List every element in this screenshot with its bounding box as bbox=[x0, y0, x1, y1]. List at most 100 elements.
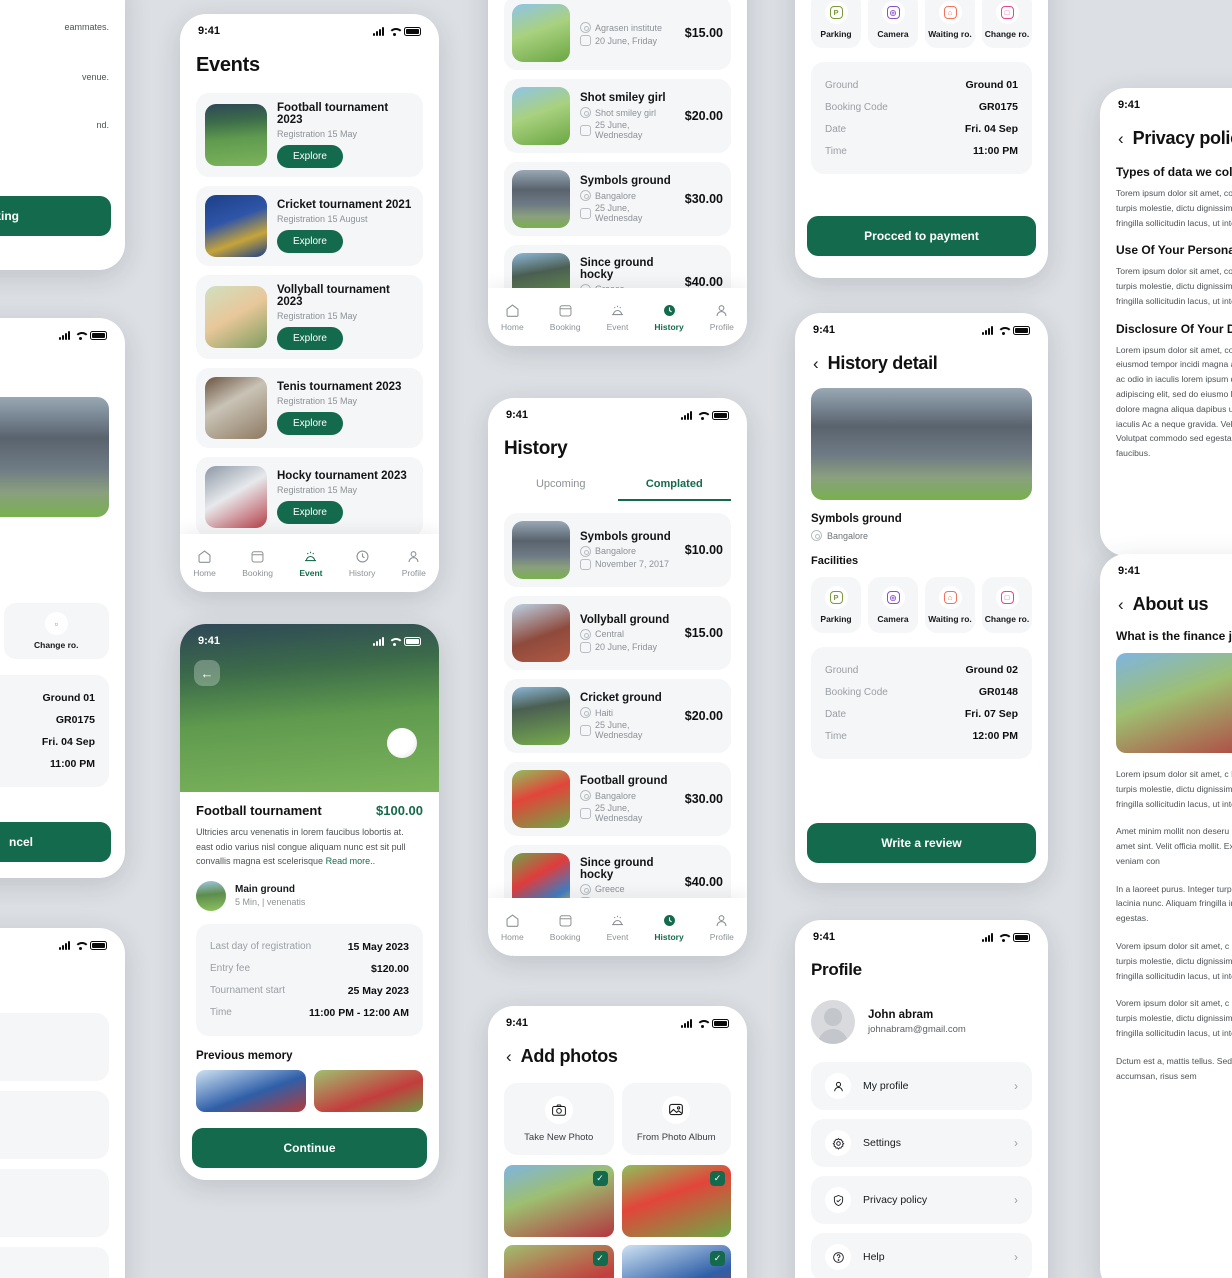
back-chevron-icon[interactable]: ‹ bbox=[813, 355, 819, 372]
facility-label: Change ro. bbox=[34, 640, 79, 650]
camera-icon bbox=[544, 1095, 573, 1124]
explore-button[interactable]: Explore bbox=[277, 501, 343, 524]
event-card[interactable]: Football tournament 2023 Registration 15… bbox=[196, 93, 423, 177]
status-time: 9:41 bbox=[813, 931, 836, 943]
explore-button[interactable]: Explore bbox=[277, 145, 343, 168]
person-icon bbox=[825, 1073, 851, 1099]
list-item[interactable]: ound bbox=[0, 1247, 109, 1278]
tab-history[interactable]: History bbox=[654, 912, 684, 942]
source-label: From Photo Album bbox=[636, 1131, 716, 1143]
ground-card[interactable]: Symbols ground Bangalore November 7, 201… bbox=[504, 513, 731, 587]
read-more-link[interactable]: Read more.. bbox=[326, 856, 376, 866]
event-card[interactable]: Hocky tournament 2023 Registration 15 Ma… bbox=[196, 457, 423, 537]
tab-history[interactable]: History bbox=[349, 548, 375, 578]
ground-thumbnail bbox=[512, 770, 570, 828]
tab-profile[interactable]: Profile bbox=[710, 912, 734, 942]
facility-parking[interactable]: P Parking bbox=[811, 0, 861, 48]
ground-price: $15.00 bbox=[684, 626, 723, 640]
memory-photo[interactable] bbox=[196, 1069, 306, 1112]
list-item[interactable]: und bbox=[0, 1091, 109, 1159]
ground-thumbnail bbox=[512, 87, 570, 145]
back-chevron-icon[interactable]: ‹ bbox=[1118, 130, 1124, 147]
tab-home[interactable]: Home bbox=[501, 912, 524, 942]
status-time: 9:41 bbox=[1118, 99, 1141, 111]
tab-completed[interactable]: Complated bbox=[617, 478, 731, 501]
explore-button[interactable]: Explore bbox=[277, 230, 343, 253]
facility-camera[interactable]: ◎ Camera bbox=[868, 0, 918, 48]
list-item[interactable]: nd bbox=[0, 1169, 109, 1237]
facility-waiting-ro-[interactable]: ⌂ Waiting ro. bbox=[925, 577, 975, 633]
from-photo-album-button[interactable]: From Photo Album bbox=[621, 1083, 731, 1155]
info-key: Date bbox=[825, 708, 847, 720]
profile-row-privacy-policy[interactable]: Privacy policy › bbox=[811, 1176, 1032, 1224]
status-icons bbox=[373, 636, 421, 646]
tab-home[interactable]: Home bbox=[193, 548, 216, 578]
wifi-icon bbox=[74, 331, 86, 340]
take-new-photo-button[interactable]: Take New Photo bbox=[504, 1083, 614, 1155]
tab-event[interactable]: Event bbox=[607, 912, 628, 942]
facility-camera[interactable]: ◎ Camera bbox=[868, 577, 918, 633]
ground-card[interactable]: Symbols ground Bangalore 25 June, Wednes… bbox=[504, 162, 731, 236]
ground-card[interactable]: Football ground Bangalore 25 June, Wedne… bbox=[504, 762, 731, 836]
wifi-icon bbox=[696, 411, 708, 420]
write-a-review-button[interactable]: Write a review bbox=[807, 823, 1036, 863]
bottom-tabbar[interactable]: Home Booking Event History Profile bbox=[180, 534, 439, 592]
cancel-button[interactable]: ncel bbox=[0, 822, 111, 862]
bottom-tabbar[interactable]: Home Booking Event History Profile bbox=[488, 288, 747, 346]
ground-card[interactable]: Shot smiley girl Shot smiley girl 25 Jun… bbox=[504, 79, 731, 153]
location-pin-icon bbox=[580, 545, 591, 557]
photo-tile[interactable]: ✓ bbox=[621, 1165, 731, 1237]
facility-waiting-ro-[interactable]: ⌂ Waiting ro. bbox=[925, 0, 975, 48]
ground-card[interactable]: Agrasen institute 20 June, Friday $15.00 bbox=[504, 0, 731, 70]
photo-tile[interactable]: ✓ bbox=[504, 1165, 614, 1237]
event-card[interactable]: Cricket tournament 2021 Registration 15 … bbox=[196, 186, 423, 266]
ground-place: Haiti bbox=[580, 707, 675, 718]
tab-event[interactable]: Event bbox=[607, 302, 628, 332]
facility-parking[interactable]: P Parking bbox=[811, 577, 861, 633]
tab-home[interactable]: Home bbox=[501, 302, 524, 332]
back-chevron-icon[interactable]: ‹ bbox=[1118, 596, 1124, 613]
ground-card[interactable]: Vollyball ground Central 20 June, Friday… bbox=[504, 596, 731, 670]
wifi-icon bbox=[74, 941, 86, 950]
about-image bbox=[1116, 653, 1232, 753]
event-thumbnail bbox=[205, 195, 267, 257]
facility-change-room[interactable]: ▫ Change ro. bbox=[3, 603, 109, 659]
tab-upcoming[interactable]: Upcoming bbox=[504, 478, 618, 501]
photo-tile[interactable]: ✓ bbox=[621, 1245, 731, 1278]
back-arrow-icon[interactable]: ← bbox=[194, 660, 220, 686]
facility-change-ro-[interactable]: □ Change ro. bbox=[982, 0, 1032, 48]
venue-thumbnail bbox=[196, 880, 226, 911]
tab-booking[interactable]: Booking bbox=[242, 548, 273, 578]
profile-row-help[interactable]: Help › bbox=[811, 1233, 1032, 1278]
tab-history[interactable]: History bbox=[654, 302, 684, 332]
event-card[interactable]: Tenis tournament 2023 Registration 15 Ma… bbox=[196, 368, 423, 448]
explore-button[interactable]: Explore bbox=[277, 412, 343, 435]
info-value: Fri. 04 Sep bbox=[41, 736, 95, 748]
history-tabs[interactable]: Upcoming Complated bbox=[504, 478, 731, 501]
ground-price: $20.00 bbox=[684, 109, 723, 123]
continue-button[interactable]: Continue bbox=[192, 1128, 427, 1168]
tab-booking[interactable]: Booking bbox=[550, 912, 581, 942]
event-title: Hocky tournament 2023 bbox=[277, 470, 407, 482]
profile-row-settings[interactable]: Settings › bbox=[811, 1119, 1032, 1167]
back-chevron-icon[interactable]: ‹ bbox=[506, 1048, 512, 1065]
tab-event[interactable]: Event bbox=[299, 548, 323, 578]
bottom-tabbar[interactable]: Home Booking Event History Profile bbox=[488, 898, 747, 956]
photo-tile[interactable]: ✓ bbox=[504, 1245, 614, 1278]
list-item[interactable]: d bbox=[0, 1013, 109, 1081]
proceed-to-payment-button[interactable]: Procced to payment bbox=[807, 216, 1036, 256]
event-card[interactable]: Vollyball tournament 2023 Registration 1… bbox=[196, 275, 423, 359]
page-title: Add photos bbox=[520, 1046, 618, 1066]
facility-change-ro-[interactable]: □ Change ro. bbox=[982, 577, 1032, 633]
ground-card[interactable]: Cricket ground Haiti 25 June, Wednesday … bbox=[504, 679, 731, 753]
booking-cta-button[interactable]: booking bbox=[0, 196, 111, 236]
tab-profile[interactable]: Profile bbox=[402, 548, 426, 578]
signal-icon bbox=[982, 325, 993, 335]
event-title: Tenis tournament 2023 bbox=[277, 381, 402, 393]
profile-row-my-profile[interactable]: My profile › bbox=[811, 1062, 1032, 1110]
chevron-right-icon: › bbox=[1014, 1193, 1018, 1207]
memory-photo[interactable] bbox=[313, 1069, 423, 1112]
explore-button[interactable]: Explore bbox=[277, 327, 343, 350]
tab-profile[interactable]: Profile bbox=[710, 302, 734, 332]
tab-booking[interactable]: Booking bbox=[550, 302, 581, 332]
